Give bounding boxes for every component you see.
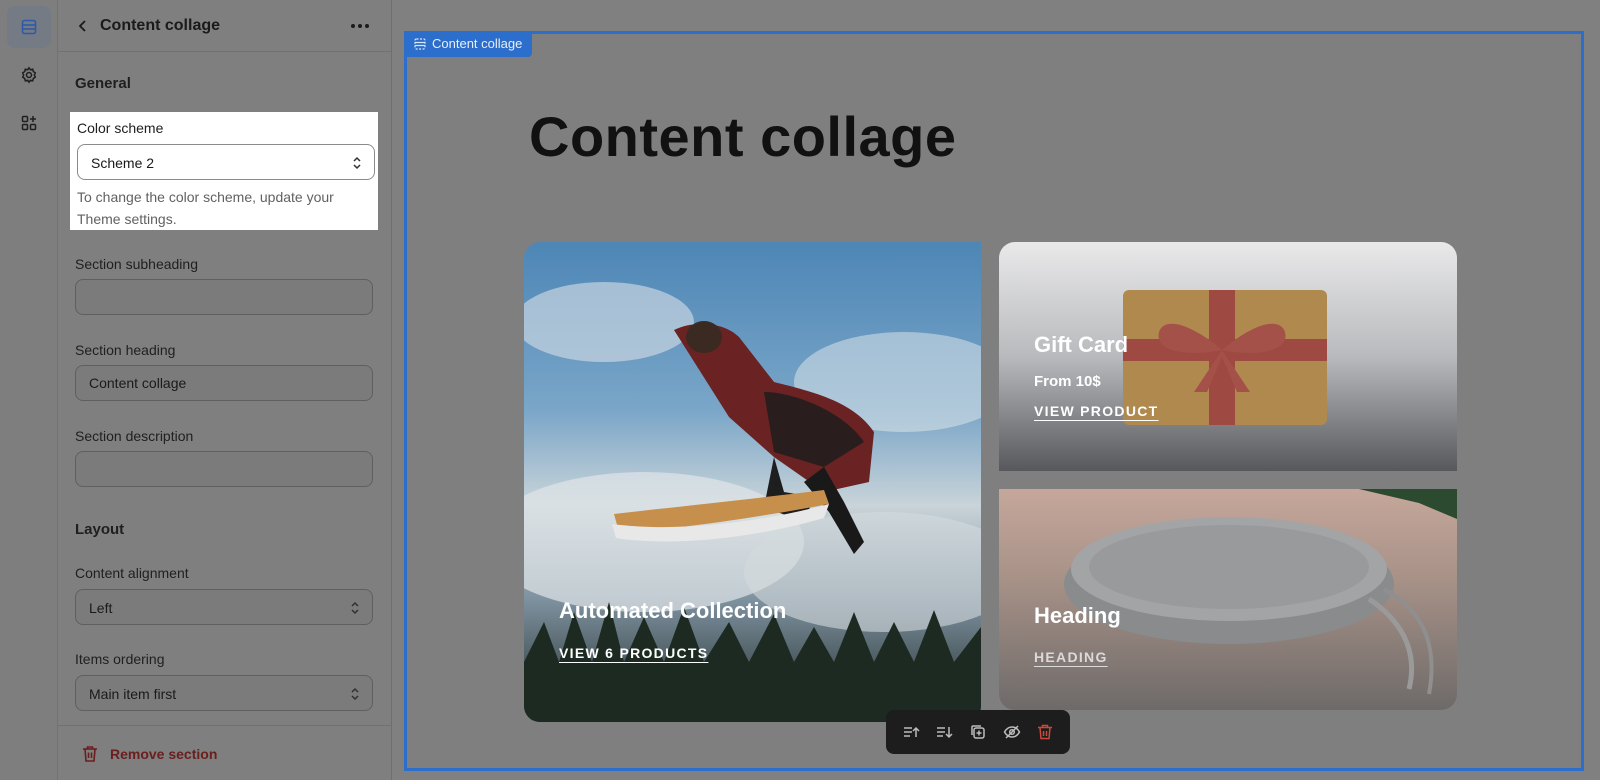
gear-icon <box>21 66 37 84</box>
section-tag-label: Content collage <box>432 36 523 51</box>
items-ordering-label: Items ordering <box>75 651 165 667</box>
color-scheme-value: Scheme 2 <box>91 155 155 171</box>
remove-section-label: Remove section <box>110 746 218 762</box>
content-alignment-select[interactable]: Left <box>75 589 373 625</box>
layout-heading: Layout <box>75 521 125 538</box>
ellipsis-icon <box>351 24 369 28</box>
chevron-up-down-icon <box>351 601 359 615</box>
collage-tile-heading[interactable]: Heading HEADING <box>999 489 1457 710</box>
panel-footer: Remove section <box>58 725 392 780</box>
chevron-up-down-icon <box>351 687 359 701</box>
section-description-label: Section description <box>75 428 194 444</box>
collage-grid: Automated Collection VIEW 6 PRODUCTS Gif… <box>518 237 1469 722</box>
delete-icon <box>1038 724 1053 740</box>
color-scheme-help: To change the color scheme, update your … <box>77 189 334 227</box>
delete-button[interactable] <box>1031 718 1059 746</box>
tile-main-link[interactable]: VIEW 6 PRODUCTS <box>559 645 708 661</box>
tile-heading-link[interactable]: HEADING <box>1034 649 1108 665</box>
back-button[interactable] <box>72 15 94 37</box>
speaker-image <box>1064 489 1457 695</box>
theme-settings-nav-button[interactable] <box>7 54 51 96</box>
tile-gift-title: Gift Card <box>1034 332 1129 357</box>
apps-nav-button[interactable] <box>7 102 51 144</box>
preview-canvas: Content collage Content collage Automate… <box>392 0 1600 780</box>
tile-gift-price: From 10$ <box>1034 373 1101 390</box>
tile-gift-link[interactable]: VIEW PRODUCT <box>1034 403 1159 419</box>
items-ordering-select[interactable]: Main item first <box>75 675 373 711</box>
collage-tile-gift-card[interactable]: Gift Card From 10$ VIEW PRODUCT <box>999 242 1457 471</box>
apps-icon <box>21 115 37 131</box>
content-alignment-label: Content alignment <box>75 565 189 581</box>
duplicate-icon <box>971 725 985 739</box>
general-heading: General <box>75 75 131 92</box>
section-tag[interactable]: Content collage <box>404 31 533 57</box>
trash-icon <box>83 746 97 762</box>
section-toolbar <box>886 710 1070 754</box>
sections-nav-button[interactable] <box>7 6 51 48</box>
sections-icon <box>414 38 426 50</box>
tile-main-title: Automated Collection <box>559 598 787 623</box>
collage-tile-main[interactable]: Automated Collection VIEW 6 PRODUCTS <box>524 242 981 722</box>
panel-title: Content collage <box>100 17 221 34</box>
hide-icon <box>1003 725 1020 739</box>
section-subheading-label: Section subheading <box>75 256 198 272</box>
hide-button[interactable] <box>998 718 1026 746</box>
remove-section-button[interactable]: Remove section <box>82 745 217 763</box>
preview-heading: Content collage <box>529 105 957 168</box>
color-scheme-select[interactable]: Scheme 2 <box>77 144 375 180</box>
move-up-button[interactable] <box>897 718 925 746</box>
chevron-up-down-icon <box>353 156 361 170</box>
sections-icon <box>21 19 37 35</box>
color-scheme-field: Color scheme Scheme 2 To change the colo… <box>70 112 378 230</box>
section-subheading-input[interactable] <box>75 279 373 315</box>
icon-rail <box>0 0 58 780</box>
move-down-icon <box>937 727 953 739</box>
color-scheme-label: Color scheme <box>77 120 164 136</box>
content-alignment-value: Left <box>89 600 113 616</box>
section-description-input[interactable] <box>75 451 373 487</box>
more-actions-button[interactable] <box>348 15 372 37</box>
section-heading-label: Section heading <box>75 342 176 358</box>
section-heading-input[interactable] <box>75 365 373 401</box>
items-ordering-value: Main item first <box>89 686 177 702</box>
panel-header: Content collage <box>58 0 392 52</box>
duplicate-button[interactable] <box>964 718 992 746</box>
move-up-icon <box>903 726 920 737</box>
tile-heading-title: Heading <box>1034 603 1121 628</box>
move-down-button[interactable] <box>930 718 958 746</box>
chevron-left-icon <box>78 20 86 32</box>
